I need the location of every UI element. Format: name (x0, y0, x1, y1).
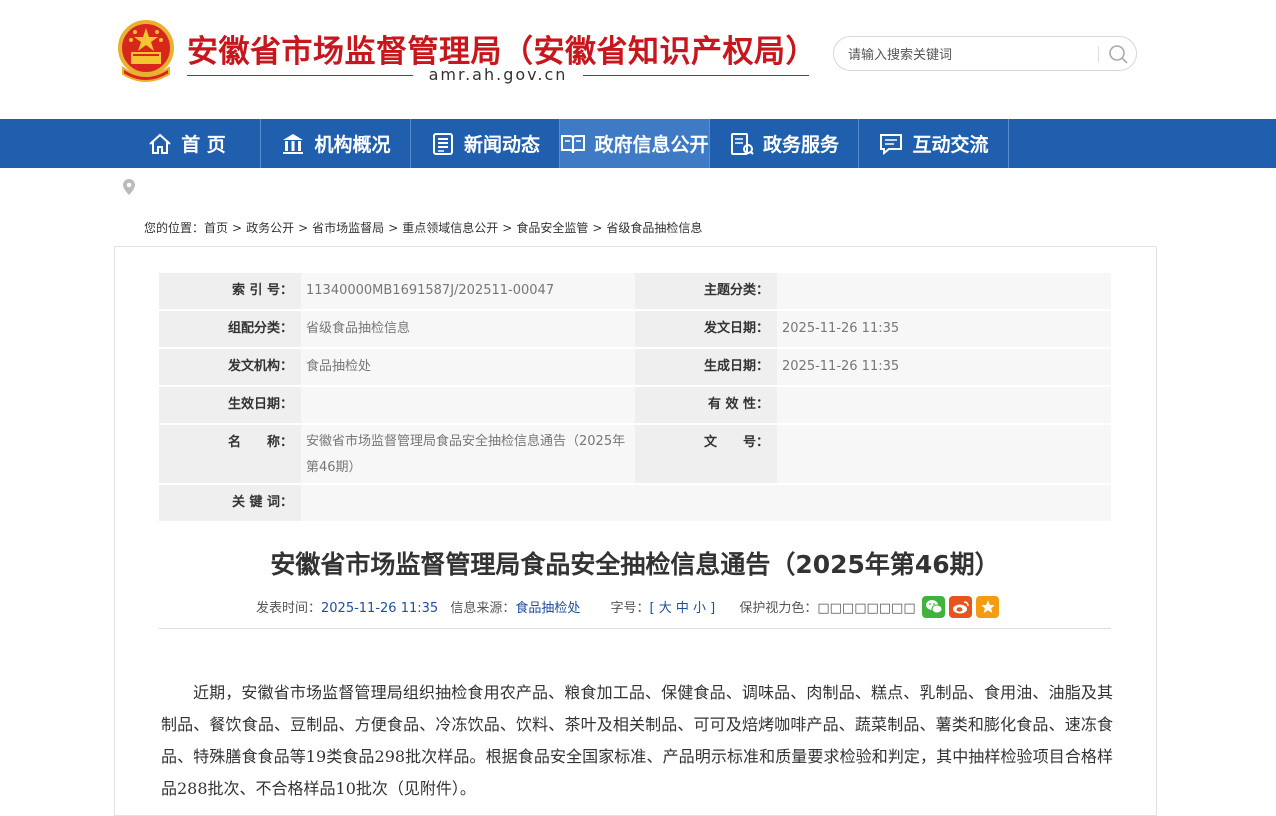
meta-value-org: 食品抽检处 (301, 348, 635, 387)
source-value[interactable]: 食品抽检处 (515, 601, 580, 616)
meta-value-index: 11340000MB1691587J/202511-00047 (301, 273, 635, 311)
fontsize-switch[interactable]: [ 大 中 小 ] (650, 601, 716, 616)
share-buttons (922, 596, 999, 618)
fontsize-label: 字号： (610, 601, 650, 616)
meta-value-docno (777, 424, 1111, 485)
breadcrumb-item[interactable]: 首页 (204, 221, 228, 235)
meta-label: 名 称： (159, 424, 301, 485)
article-title: 安徽省市场监督管理局食品安全抽检信息通告（2025年第46期） (270, 550, 1000, 579)
nav-label: 政务服务 (762, 134, 839, 156)
breadcrumb-item[interactable]: 食品安全监管 (516, 221, 588, 235)
weibo-icon (952, 601, 969, 614)
content-divider (159, 628, 1111, 629)
article-info: 发表时间：2025-11-26 11:35 信息来源：食品抽检处 字号：[ 大 … (256, 597, 916, 616)
breadcrumb-separator: > (388, 221, 399, 235)
breadcrumb-item[interactable]: 政务公开 (246, 221, 294, 235)
nav-label: 机构概况 (314, 134, 391, 156)
search-box (833, 36, 1137, 71)
location-pin-icon (123, 179, 135, 195)
wechat-share-button[interactable] (922, 596, 945, 618)
weibo-share-button[interactable] (949, 596, 972, 618)
meta-label: 生效日期： (159, 386, 301, 425)
meta-value-name: 安徽省市场监督管理局食品安全抽检信息通告（2025年第46期） (301, 424, 635, 485)
home-icon (149, 133, 171, 154)
news-icon (432, 132, 453, 155)
meta-label: 组配分类： (159, 310, 301, 349)
meta-value-validity (777, 386, 1111, 425)
breadcrumb-item[interactable]: 省级食品抽检信息 (606, 221, 702, 235)
eyecolor-label: 保护视力色： (739, 601, 818, 616)
pubtime-label: 发表时间： (256, 601, 322, 616)
meta-value-gendate: 2025-11-26 11:35 (777, 348, 1111, 387)
meta-value-keywords (301, 484, 1111, 523)
meta-label: 文 号： (635, 424, 777, 485)
site-domain: amr.ah.gov.cn (187, 65, 809, 87)
meta-label: 索 引 号： (159, 273, 301, 311)
nav-label: 新闻动态 (463, 134, 540, 156)
open-book-icon (561, 134, 586, 153)
nav-label: 首 页 (181, 134, 226, 156)
breadcrumb-item[interactable]: 省市场监督局 (312, 221, 384, 235)
favorite-button[interactable] (976, 596, 999, 618)
breadcrumb: 您的位置：首页 > 政务公开 > 省市场监督局 > 重点领域信息公开 > 食品安全监管 > 省级食品… (144, 219, 702, 236)
service-icon (730, 132, 754, 155)
site-header: 安徽省市场监督管理局（安徽省知识产权局） amr.ah.gov.cn (0, 0, 1276, 119)
nav-item-gov-info[interactable]: 政府信息公开 (560, 119, 710, 168)
breadcrumb-prefix: 您的位置： (144, 221, 205, 235)
breadcrumb-separator: > (232, 221, 243, 235)
search-icon[interactable] (1106, 43, 1130, 65)
breadcrumb-separator: > (502, 221, 513, 235)
meta-value-topic (777, 273, 1111, 311)
article-body: 近期，安徽省市场监督管理局组织抽检食用农产品、粮食加工品、保健食品、调味品、肉制… (161, 677, 1113, 805)
source-label: 信息来源： (450, 601, 516, 616)
star-icon (980, 600, 995, 613)
nav-item-news[interactable]: 新闻动态 (411, 119, 560, 168)
meta-value-effdate (301, 386, 635, 425)
breadcrumb-separator: > (298, 221, 309, 235)
building-icon (283, 133, 304, 154)
meta-label: 生成日期： (635, 348, 777, 387)
nav-label: 政府信息公开 (594, 134, 709, 156)
nav-item-services[interactable]: 政务服务 (710, 119, 859, 168)
chat-icon (880, 133, 903, 155)
article-paragraph: 近期，安徽省市场监督管理局组织抽检食用农产品、粮食加工品、保健食品、调味品、肉制… (161, 683, 1113, 798)
meta-value-group: 省级食品抽检信息 (301, 310, 635, 349)
nav-item-home[interactable]: 首 页 (113, 119, 261, 168)
nav-item-interaction[interactable]: 互动交流 (859, 119, 1009, 168)
nav-label: 互动交流 (912, 134, 989, 156)
meta-value-pubdate: 2025-11-26 11:35 (777, 310, 1111, 349)
meta-label: 关 键 词： (159, 484, 301, 523)
nav-item-about[interactable]: 机构概况 (261, 119, 411, 168)
pubtime-value: 2025-11-26 11:35 (321, 601, 439, 616)
document-meta-table: 索 引 号： 11340000MB1691587J/202511-00047 主… (159, 273, 1111, 523)
eyecolor-options[interactable]: □□□□□□□□ (817, 601, 915, 616)
meta-label: 发文机构： (159, 348, 301, 387)
breadcrumb-item[interactable]: 重点领域信息公开 (402, 221, 498, 235)
meta-label: 有 效 性： (635, 386, 777, 425)
national-emblem-icon (118, 20, 174, 82)
meta-label: 发文日期： (635, 310, 777, 349)
wechat-icon (925, 600, 942, 614)
search-input[interactable] (846, 45, 1090, 65)
breadcrumb-separator: > (592, 221, 603, 235)
meta-label: 主题分类： (635, 273, 777, 311)
main-nav: 首 页 机构概况 新闻动态 政府信息公开 政务服务 互动交流 (0, 119, 1276, 168)
